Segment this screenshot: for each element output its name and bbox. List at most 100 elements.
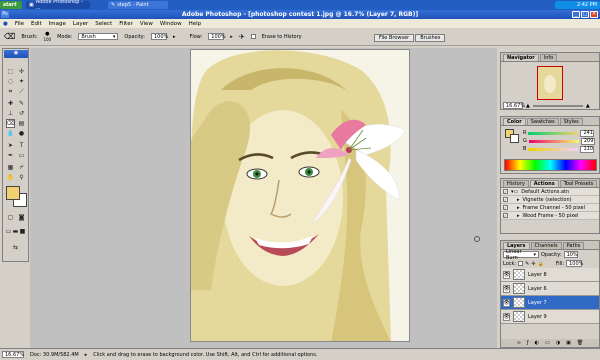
- menu-select[interactable]: Select: [95, 21, 112, 27]
- task-photoshop[interactable]: ▣ Adobe Photoshop - ...: [26, 0, 90, 11]
- layer-row[interactable]: 👁 Layer 9: [501, 310, 599, 324]
- layer-row[interactable]: 👁 Layer 6: [501, 282, 599, 296]
- eraser-tool-preset-icon[interactable]: ⌫: [4, 32, 15, 41]
- close-button[interactable]: ×: [590, 11, 598, 18]
- lock-move-icon[interactable]: ✢: [531, 261, 535, 267]
- tab-history[interactable]: History: [503, 180, 529, 187]
- opacity-field[interactable]: 100%: [150, 33, 168, 40]
- task-paint[interactable]: ✎ step5 - Paint: [108, 1, 168, 9]
- layer-opacity-field[interactable]: 10%: [563, 251, 578, 258]
- imageready-icon[interactable]: ⇆: [11, 243, 20, 252]
- zoom-slider[interactable]: [532, 104, 583, 107]
- dodge-icon[interactable]: ●: [17, 129, 26, 138]
- path-select-icon[interactable]: ➤: [6, 141, 15, 150]
- tab-styles[interactable]: Styles: [559, 118, 583, 125]
- tab-info[interactable]: Info: [539, 54, 558, 61]
- slice-icon[interactable]: ⟋: [17, 87, 26, 96]
- navigator-zoom-field[interactable]: 16.67%: [503, 102, 525, 109]
- menu-file[interactable]: File: [15, 21, 24, 27]
- channel-r-slider[interactable]: [528, 131, 579, 135]
- zoom-icon[interactable]: ⚲: [17, 173, 26, 182]
- brush-picker[interactable]: ● 100: [43, 31, 51, 42]
- maximize-button[interactable]: □: [581, 11, 589, 18]
- tab-brushes[interactable]: Brushes: [415, 34, 446, 42]
- menu-help[interactable]: Help: [189, 21, 202, 27]
- menu-window[interactable]: Window: [160, 21, 182, 27]
- color-background-swatch[interactable]: [510, 134, 519, 143]
- channel-g-slider[interactable]: [528, 139, 579, 143]
- channel-r-value[interactable]: 241: [580, 129, 595, 137]
- menu-layer[interactable]: Layer: [73, 21, 88, 27]
- lock-paint-icon[interactable]: ✎: [525, 261, 529, 267]
- eraser-icon[interactable]: ⌫: [6, 119, 15, 128]
- gradient-icon[interactable]: ▤: [17, 119, 26, 128]
- minimize-button[interactable]: _: [572, 11, 580, 18]
- lasso-icon[interactable]: ◌: [6, 77, 15, 86]
- zoom-in-icon[interactable]: ▲: [586, 103, 590, 109]
- expand-icon[interactable]: ▸: [517, 197, 520, 203]
- new-set-icon[interactable]: ▭: [545, 340, 550, 346]
- standard-mode-icon[interactable]: ▢: [6, 213, 15, 222]
- crop-icon[interactable]: ⌗: [6, 87, 15, 96]
- expand-icon[interactable]: ▸: [517, 205, 520, 211]
- check-icon[interactable]: ✓: [503, 213, 508, 218]
- quickmask-mode-icon[interactable]: ◙: [17, 213, 26, 222]
- move-icon[interactable]: ✢: [17, 67, 26, 76]
- blend-mode-select[interactable]: Linear Burn ▾: [503, 249, 539, 261]
- channel-g-value[interactable]: 209: [580, 137, 595, 145]
- history-brush-icon[interactable]: ↺: [17, 109, 26, 118]
- start-button[interactable]: start: [0, 1, 22, 9]
- tab-tool-presets[interactable]: Tool Presets: [559, 180, 598, 187]
- eye-icon[interactable]: 👁: [503, 298, 510, 307]
- stamp-icon[interactable]: ⊥: [6, 109, 15, 118]
- marquee-icon[interactable]: ⬚: [6, 67, 15, 76]
- check-icon[interactable]: ✓: [503, 189, 508, 194]
- layer-style-icon[interactable]: ƒ: [527, 340, 529, 346]
- channel-b-slider[interactable]: [528, 147, 579, 151]
- screen-mode-standard-icon[interactable]: ▭: [5, 227, 12, 236]
- screen-mode-full-menu-icon[interactable]: ▬: [12, 227, 19, 236]
- magic-wand-icon[interactable]: ✦: [17, 77, 26, 86]
- menu-image[interactable]: Image: [49, 21, 66, 27]
- screen-mode-full-icon[interactable]: ■: [19, 227, 26, 236]
- color-spectrum-ramp[interactable]: [504, 159, 597, 171]
- eyedropper-icon[interactable]: ⌿: [17, 163, 26, 172]
- menu-view[interactable]: View: [140, 21, 153, 27]
- mask-icon[interactable]: ◐: [535, 340, 539, 346]
- adjustment-icon[interactable]: ◑: [556, 340, 560, 346]
- zoom-out-icon[interactable]: ▲: [526, 103, 530, 109]
- hand-icon[interactable]: ✋: [6, 173, 15, 182]
- flow-field[interactable]: 100%: [208, 33, 226, 40]
- new-layer-icon[interactable]: ▣: [566, 340, 571, 346]
- document-image[interactable]: [190, 49, 410, 342]
- action-row[interactable]: ✓ ▸ Wood Frame - 50 pixel: [501, 212, 599, 220]
- tab-file-browser[interactable]: File Browser: [374, 34, 415, 42]
- flow-slider-icon[interactable]: ▸: [230, 34, 233, 40]
- layer-row[interactable]: 👁 Layer 8: [501, 268, 599, 282]
- layer-row-selected[interactable]: 👁 Layer 7: [501, 296, 599, 310]
- eye-icon[interactable]: 👁: [503, 284, 510, 293]
- shape-icon[interactable]: ▭: [17, 151, 26, 160]
- type-icon[interactable]: T: [17, 141, 26, 150]
- link-icon[interactable]: ∞: [517, 340, 521, 346]
- erase-history-checkbox[interactable]: [250, 34, 256, 39]
- expand-icon[interactable]: ▸: [517, 213, 520, 219]
- check-icon[interactable]: ✓: [503, 205, 508, 210]
- healing-icon[interactable]: ✚: [6, 99, 15, 108]
- lock-transparency-checkbox[interactable]: [518, 261, 524, 266]
- brush-icon[interactable]: ✎: [17, 99, 26, 108]
- eye-icon[interactable]: 👁: [503, 270, 510, 279]
- foreground-color-swatch-top[interactable]: [6, 186, 20, 200]
- check-icon[interactable]: ✓: [503, 197, 508, 202]
- status-arrow-icon[interactable]: ▸: [85, 352, 88, 358]
- trash-icon[interactable]: 🗑: [577, 340, 583, 346]
- action-row[interactable]: ✓ ▸ Frame Channel - 50 pixel: [501, 204, 599, 212]
- ps-menu-icon[interactable]: ●: [3, 21, 8, 27]
- lock-all-icon[interactable]: 🔒: [538, 261, 544, 267]
- action-set-row[interactable]: ✓ ▾▭ Default Actions.atn: [501, 188, 599, 196]
- airbrush-icon[interactable]: ✈: [239, 33, 245, 41]
- tab-paths[interactable]: Paths: [562, 242, 585, 249]
- tab-color[interactable]: Color: [503, 118, 526, 125]
- status-zoom-field[interactable]: 16.67%: [2, 351, 24, 358]
- pen-icon[interactable]: ✒: [6, 151, 15, 160]
